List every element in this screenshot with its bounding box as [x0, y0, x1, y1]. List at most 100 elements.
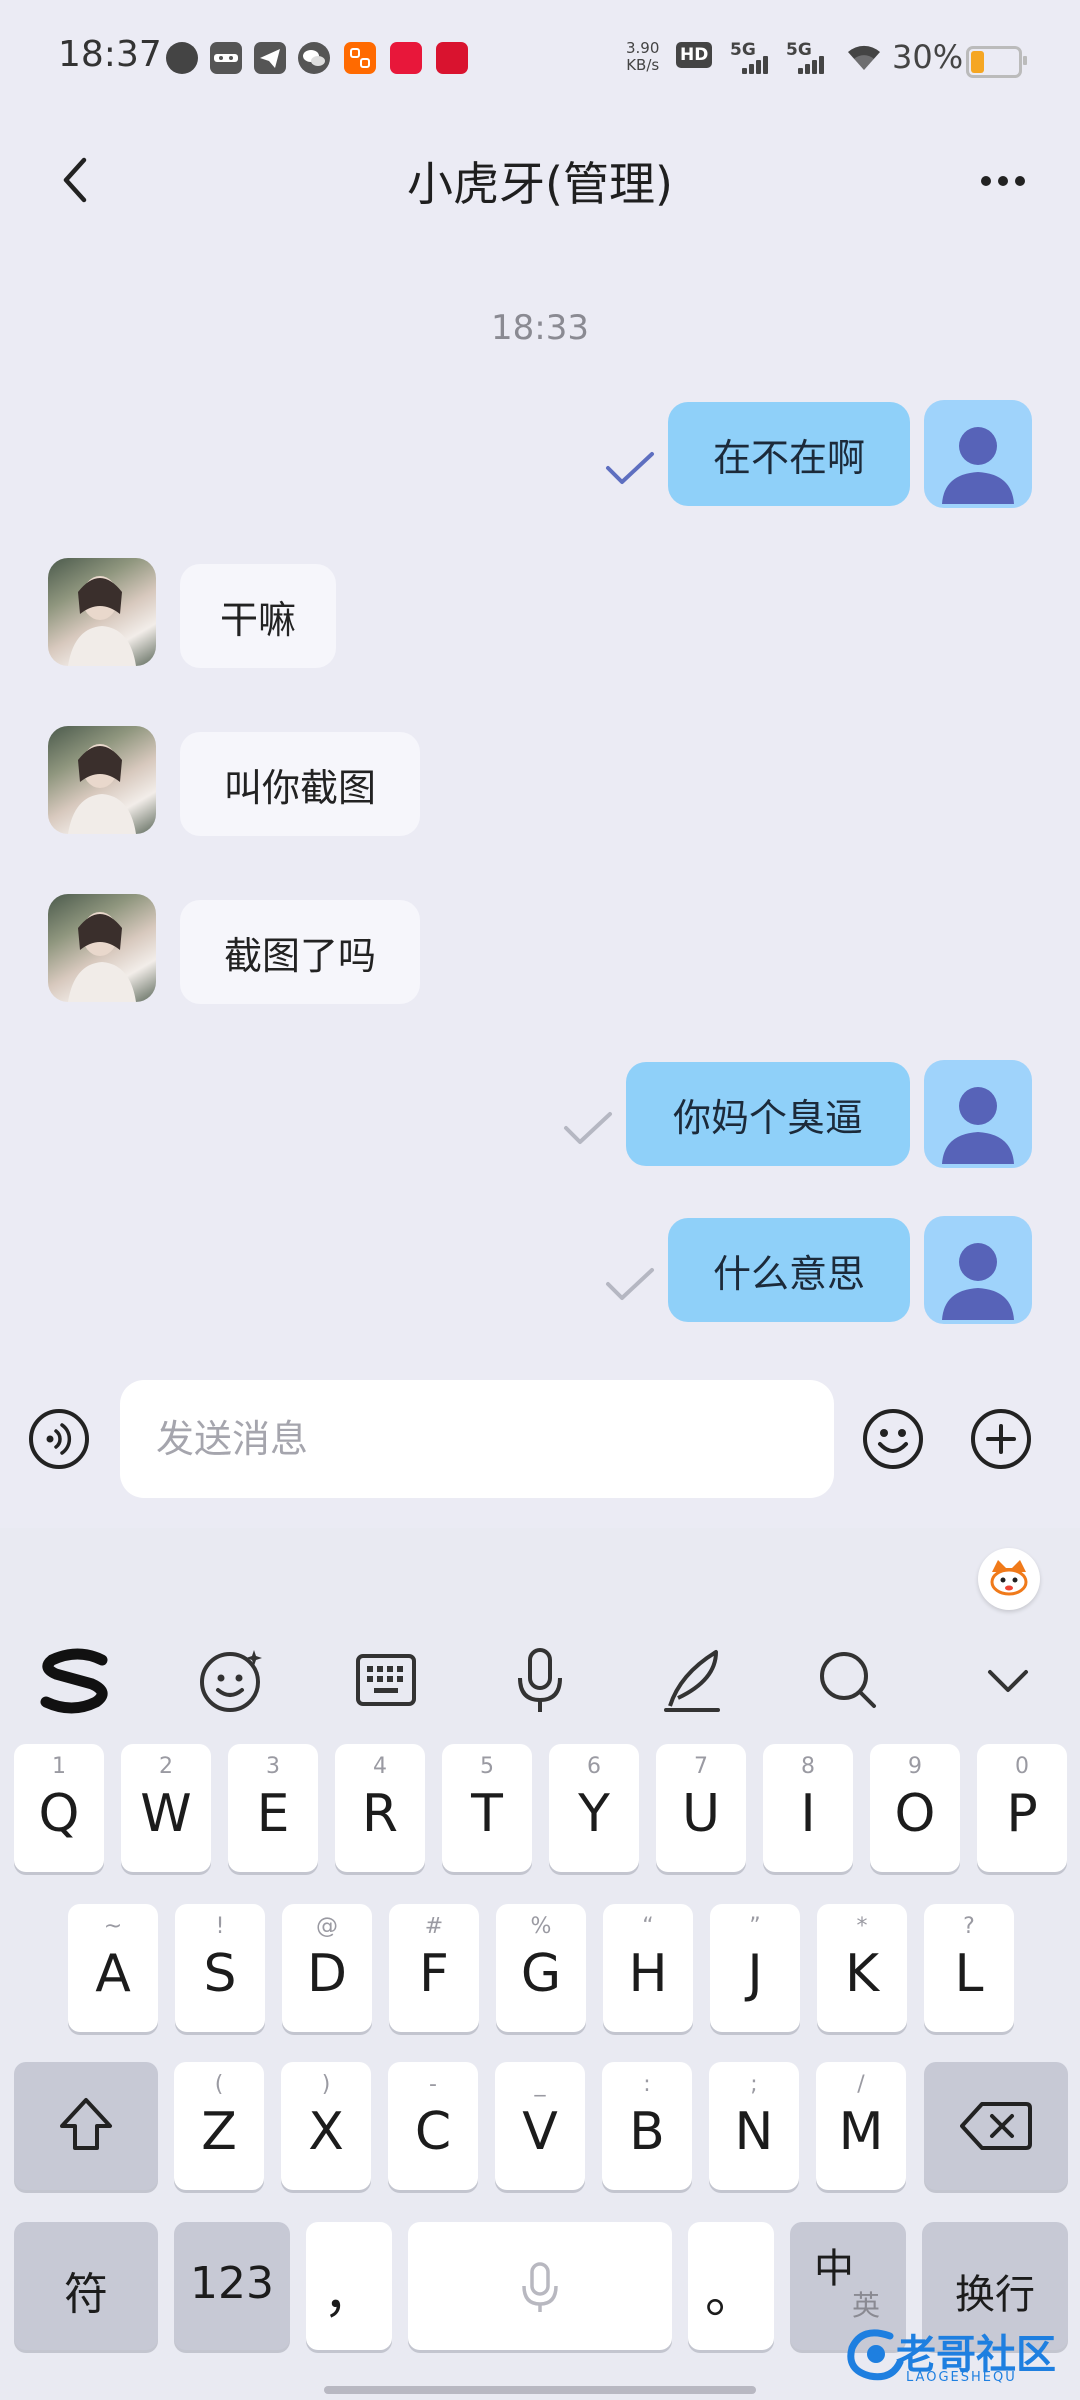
key-q[interactable]: 1Q [14, 1744, 104, 1872]
key-secondary-label: 2 [159, 1754, 173, 1779]
key-j[interactable]: ” J [710, 1904, 800, 2032]
key-a[interactable]: ~ A [68, 1904, 158, 2032]
key-o[interactable]: 9O [870, 1744, 960, 1872]
key-secondary-label: - [429, 2072, 437, 2097]
key-i[interactable]: 8I [763, 1744, 853, 1872]
more-options-icon[interactable] [978, 164, 1028, 198]
key-h[interactable]: “H [603, 1904, 693, 2032]
key-secondary-label: 1 [52, 1754, 66, 1779]
message-input-box[interactable] [120, 1380, 834, 1498]
key-letter-label: O [894, 1784, 936, 1844]
key-letter-label: G [520, 1944, 562, 2004]
key-secondary-label: _ [534, 2072, 546, 2097]
emoji-icon[interactable] [862, 1408, 924, 1470]
key-g[interactable]: % G [496, 1904, 586, 2032]
message-bubble-outgoing[interactable]: 在不在啊 [668, 402, 910, 506]
emoji-icon[interactable] [196, 1644, 268, 1716]
key-t[interactable]: 5T [442, 1744, 532, 1872]
key-b[interactable]: :B [602, 2062, 692, 2190]
collapse-icon[interactable] [972, 1644, 1044, 1716]
key-f[interactable]: # F [389, 1904, 479, 2032]
key-w[interactable]: 2W [121, 1744, 211, 1872]
key-letter-label: W [140, 1784, 192, 1844]
key-e[interactable]: 3E [228, 1744, 318, 1872]
symbol-key[interactable]: 符 [14, 2222, 158, 2350]
key-z[interactable]: (Z [174, 2062, 264, 2190]
message-row: 干嘛 [0, 558, 1080, 668]
message-bubble-incoming[interactable]: 叫你截图 [180, 732, 420, 836]
add-attachment-icon[interactable] [970, 1408, 1032, 1470]
backspace-key[interactable] [924, 2062, 1068, 2190]
key-letter-label: M [838, 2102, 884, 2162]
peer-avatar[interactable] [48, 726, 156, 834]
key-v[interactable]: _ V [495, 2062, 585, 2190]
message-input[interactable] [120, 1380, 834, 1498]
key-letter-label: V [522, 2102, 558, 2162]
key-secondary-label: 8 [801, 1754, 815, 1779]
message-bubble-incoming[interactable]: 截图了吗 [180, 900, 420, 1004]
key-c[interactable]: -C [388, 2062, 478, 2190]
peer-avatar[interactable] [48, 894, 156, 1002]
shift-key[interactable] [14, 2062, 158, 2190]
home-indicator[interactable] [324, 2386, 756, 2394]
key-letter-label: J [747, 1944, 763, 2004]
key-secondary-label: * [856, 1914, 868, 1939]
key-secondary-label: 0 [1015, 1754, 1029, 1779]
key-p[interactable]: 0P [977, 1744, 1067, 1872]
key-letter-label: Q [38, 1784, 80, 1844]
key-k[interactable]: * K [817, 1904, 907, 2032]
user-avatar[interactable] [924, 1216, 1032, 1324]
period-key[interactable]: 。 [688, 2222, 774, 2350]
key-secondary-label: 4 [373, 1754, 387, 1779]
key-secondary-label: @ [316, 1914, 338, 1939]
key-secondary-label: 6 [587, 1754, 601, 1779]
key-letter-label: Y [578, 1784, 610, 1844]
key-y[interactable]: 6Y [549, 1744, 639, 1872]
key-x[interactable]: ) X [281, 2062, 371, 2190]
sent-check-icon [564, 1112, 612, 1144]
key-letter-label: B [629, 2102, 665, 2162]
message-bubble-outgoing[interactable]: 你妈个臭逼 [626, 1062, 910, 1166]
chat-bubble-icon [166, 42, 198, 74]
ninja-icon [210, 42, 242, 74]
status-bar: 18:37 3.90 KB/s HD 5G 5G 30% [0, 0, 1080, 120]
key-secondary-label: ; [750, 2072, 758, 2097]
key-u[interactable]: 7U [656, 1744, 746, 1872]
sogou-logo-icon[interactable] [38, 1644, 114, 1716]
key-secondary-label: / [857, 2072, 865, 2097]
key-d[interactable]: @ D [282, 1904, 372, 2032]
key-letter-label: P [1006, 1784, 1038, 1844]
telegram-icon [254, 42, 286, 74]
key-n[interactable]: ; N [709, 2062, 799, 2190]
message-bubble-outgoing[interactable]: 什么意思 [668, 1218, 910, 1322]
key-letter-label: K [844, 1944, 880, 2004]
battery-level [971, 51, 984, 73]
peer-avatar[interactable] [48, 558, 156, 666]
key-secondary-label: ( [214, 2072, 224, 2097]
key-r[interactable]: 4R [335, 1744, 425, 1872]
keyboard-mascot-icon[interactable] [978, 1548, 1040, 1610]
key-secondary-label: “ [642, 1914, 654, 1939]
handwriting-icon[interactable] [658, 1644, 730, 1716]
number-key[interactable]: 123 [174, 2222, 290, 2350]
key-secondary-label: 9 [908, 1754, 922, 1779]
user-avatar[interactable] [924, 1060, 1032, 1168]
key-l[interactable]: ? L [924, 1904, 1014, 2032]
read-check-icon [606, 452, 654, 484]
voice-input-icon[interactable] [28, 1408, 90, 1470]
search-icon[interactable] [812, 1644, 884, 1716]
message-bubble-incoming[interactable]: 干嘛 [180, 564, 336, 668]
microphone-icon[interactable] [504, 1644, 576, 1716]
key-m[interactable]: / M [816, 2062, 906, 2190]
key-letter-label: R [361, 1784, 399, 1844]
space-key[interactable] [408, 2222, 672, 2350]
user-avatar[interactable] [924, 400, 1032, 508]
key-secondary-label: : [643, 2072, 651, 2097]
key-s[interactable]: ! S [175, 1904, 265, 2032]
sent-check-icon [606, 1268, 654, 1300]
key-letter-label: L [954, 1944, 984, 2004]
comma-key[interactable]: ， [306, 2222, 392, 2350]
keyboard-icon[interactable] [350, 1644, 422, 1716]
key-secondary-label: ! [215, 1914, 225, 1939]
key-letter-label: N [734, 2102, 774, 2162]
